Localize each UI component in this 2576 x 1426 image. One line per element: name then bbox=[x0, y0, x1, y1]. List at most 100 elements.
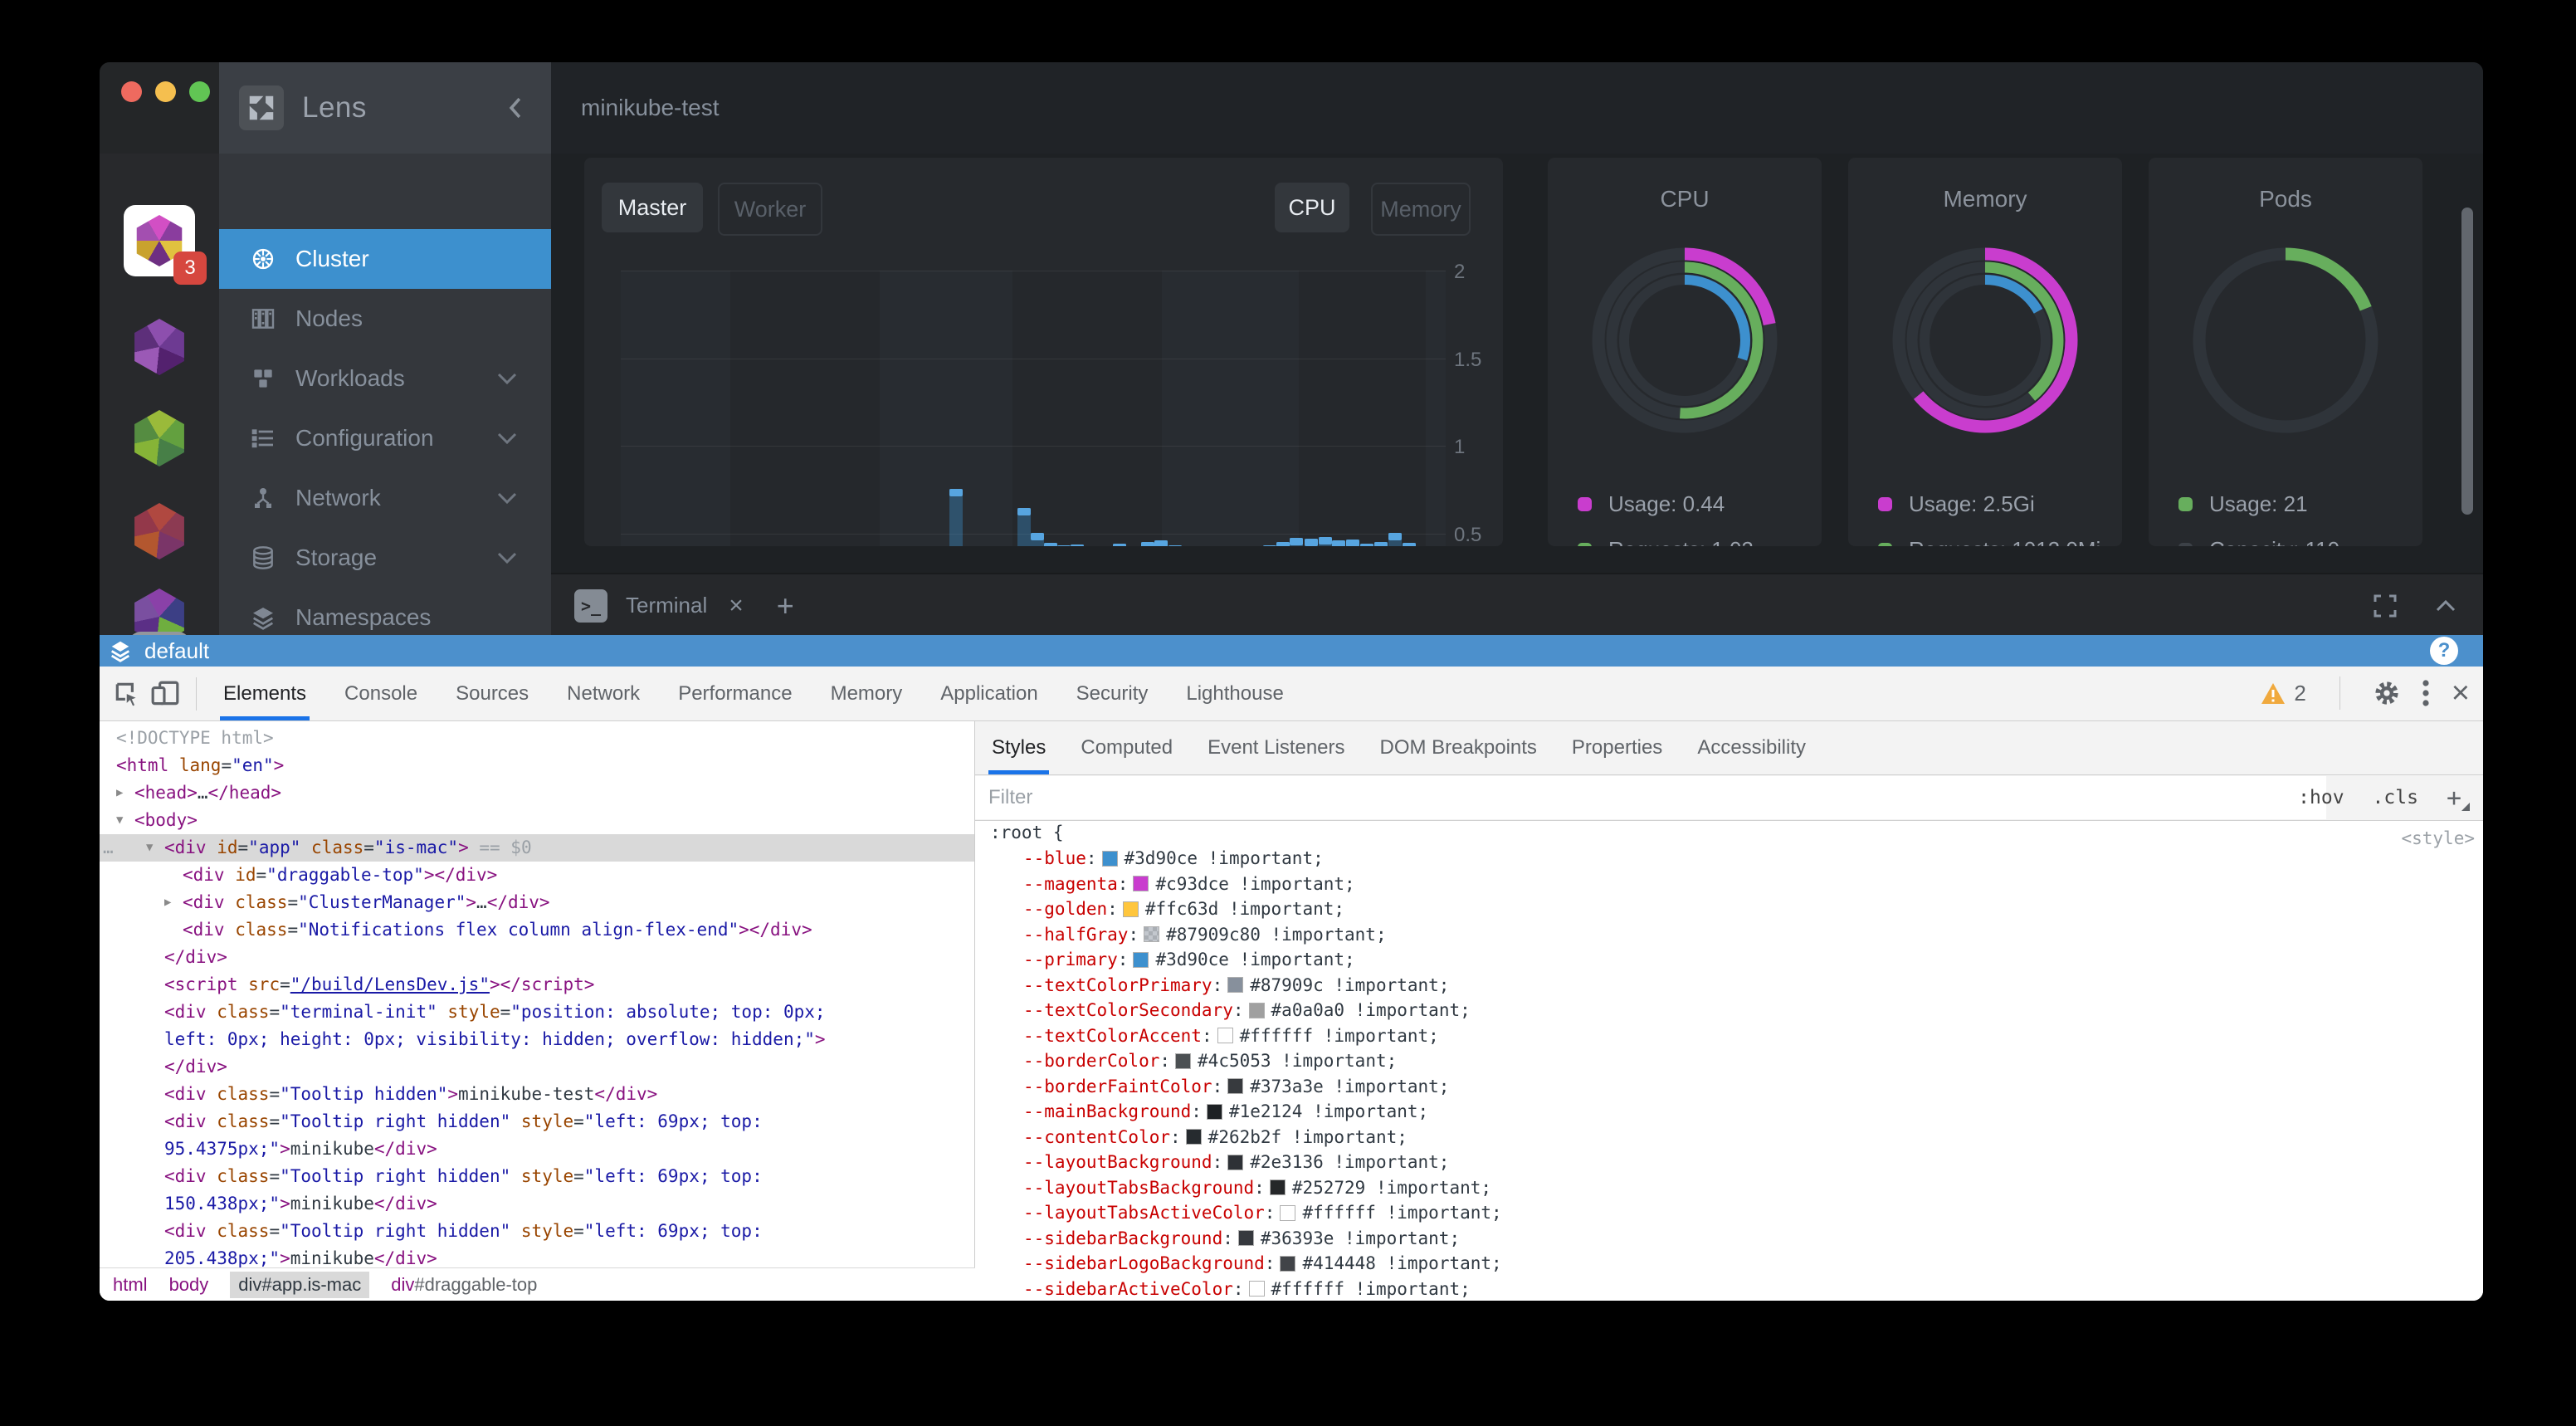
sidebar-item-configuration[interactable]: Configuration bbox=[219, 408, 551, 468]
css-variable-row[interactable]: --sidebarBackground:#36393e !important; bbox=[975, 1226, 2483, 1252]
css-variable-row[interactable]: --sidebarActiveColor:#ffffff !important; bbox=[975, 1277, 2483, 1301]
devtools-close-icon[interactable]: × bbox=[2452, 676, 2470, 711]
css-variable-row[interactable]: --primary:#3d90ce !important; bbox=[975, 947, 2483, 973]
css-variable-row[interactable]: --layoutTabsBackground:#252729 !importan… bbox=[975, 1175, 2483, 1201]
color-swatch[interactable] bbox=[1207, 1104, 1222, 1120]
dom-node-line[interactable]: <!DOCTYPE html> bbox=[100, 725, 974, 752]
styles-tab-accessibility[interactable]: Accessibility bbox=[1697, 721, 1806, 774]
css-variable-row[interactable]: --magenta:#c93dce !important; bbox=[975, 872, 2483, 897]
sidebar-item-storage[interactable]: Storage bbox=[219, 528, 551, 588]
node-master-tab[interactable]: Master bbox=[602, 183, 703, 232]
color-swatch[interactable] bbox=[1123, 901, 1139, 917]
dom-node-line[interactable]: ▼<body> bbox=[100, 807, 974, 834]
css-variable-row[interactable]: --contentColor:#262b2f !important; bbox=[975, 1125, 2483, 1150]
node-worker-tab[interactable]: Worker bbox=[718, 183, 822, 236]
expand-arrow-icon[interactable]: ▶ bbox=[164, 889, 171, 916]
color-swatch[interactable] bbox=[1144, 926, 1159, 942]
dom-node-line[interactable]: <div class="Tooltip hidden">minikube-tes… bbox=[100, 1081, 974, 1108]
css-variable-row[interactable]: --borderFaintColor:#373a3e !important; bbox=[975, 1074, 2483, 1100]
styles-tab-dom-breakpoints[interactable]: DOM Breakpoints bbox=[1380, 721, 1537, 774]
color-swatch[interactable] bbox=[1186, 1129, 1202, 1145]
chevron-down-icon[interactable] bbox=[496, 432, 518, 445]
devtools-menu-dots-icon[interactable] bbox=[2422, 679, 2430, 707]
dom-node-line[interactable]: </div> bbox=[100, 944, 974, 971]
sidebar-item-namespaces[interactable]: Namespaces bbox=[219, 588, 551, 635]
color-swatch[interactable] bbox=[1249, 1281, 1265, 1297]
devtools-tab-elements[interactable]: Elements bbox=[223, 667, 306, 720]
dom-node-line[interactable]: <div class="Tooltip right hidden" style=… bbox=[100, 1163, 974, 1190]
color-swatch[interactable] bbox=[1280, 1205, 1295, 1221]
dom-node-line[interactable]: ▶<div class="ClusterManager">…</div> bbox=[100, 889, 974, 916]
color-swatch[interactable] bbox=[1227, 977, 1243, 993]
devtools-settings-gear-icon[interactable] bbox=[2374, 680, 2400, 706]
color-swatch[interactable] bbox=[1227, 1078, 1243, 1094]
terminal-add-icon[interactable]: + bbox=[777, 588, 794, 623]
titlebar[interactable]: Lens minikube-test bbox=[100, 62, 2483, 154]
css-variable-row[interactable]: --borderColor:#4c5053 !important; bbox=[975, 1048, 2483, 1074]
metric-cpu-tab[interactable]: CPU bbox=[1275, 183, 1349, 232]
collapse-dock-chevron-icon[interactable] bbox=[2433, 597, 2458, 615]
color-swatch[interactable] bbox=[1175, 1053, 1191, 1069]
dom-node-line[interactable]: <script src="/build/LensDev.js"></script… bbox=[100, 971, 974, 999]
color-swatch[interactable] bbox=[1270, 1179, 1286, 1195]
color-swatch[interactable] bbox=[1102, 851, 1118, 867]
expand-arrow-icon[interactable]: ▼ bbox=[146, 834, 153, 862]
style-source-link[interactable]: <style> bbox=[2401, 828, 2475, 848]
devtools-tab-memory[interactable]: Memory bbox=[831, 667, 903, 720]
sidebar-item-cluster[interactable]: Cluster bbox=[219, 229, 551, 289]
sidebar-item-workloads[interactable]: Workloads bbox=[219, 349, 551, 408]
elements-tree-pane[interactable]: <!DOCTYPE html><html lang="en">▶<head>…<… bbox=[100, 721, 974, 1267]
cluster-rail-item-active-cluster[interactable]: 3 bbox=[124, 205, 195, 276]
namespace-label[interactable]: default bbox=[144, 638, 209, 664]
devtools-tab-application[interactable]: Application bbox=[940, 667, 1037, 720]
console-warnings-badge[interactable]: 2 bbox=[2261, 681, 2305, 706]
chevron-down-icon[interactable] bbox=[496, 491, 518, 505]
zoom-window-button[interactable] bbox=[189, 81, 210, 102]
dom-node-selected[interactable]: …▼<div id="app" class="is-mac"> == $0 bbox=[100, 834, 974, 862]
css-variable-row[interactable]: --textColorAccent:#ffffff !important; bbox=[975, 1023, 2483, 1049]
cluster-rail-item-cluster-3[interactable] bbox=[124, 403, 195, 474]
dom-node-line[interactable]: 95.4375px;">minikube</div> bbox=[100, 1135, 974, 1163]
color-swatch[interactable] bbox=[1133, 952, 1149, 968]
css-rules-list[interactable]: <style> :root { --blue:#3d90ce !importan… bbox=[975, 820, 2483, 1301]
dom-node-line[interactable]: <html lang="en"> bbox=[100, 752, 974, 779]
fullscreen-icon[interactable] bbox=[2372, 593, 2398, 619]
css-variable-row[interactable]: --textColorPrimary:#87909c !important; bbox=[975, 973, 2483, 999]
minimize-window-button[interactable] bbox=[155, 81, 176, 102]
css-variable-row[interactable]: --layoutTabsActiveColor:#ffffff !importa… bbox=[975, 1200, 2483, 1226]
metric-memory-tab[interactable]: Memory bbox=[1371, 183, 1471, 236]
color-swatch[interactable] bbox=[1249, 1003, 1265, 1018]
styles-tab-properties[interactable]: Properties bbox=[1572, 721, 1662, 774]
toggle-element-state-button[interactable]: :hov bbox=[2298, 787, 2344, 808]
dom-node-line[interactable]: </div> bbox=[100, 1053, 974, 1081]
css-variable-row[interactable]: --layoutBackground:#2e3136 !important; bbox=[975, 1150, 2483, 1175]
breadcrumb-item[interactable]: div#draggable-top bbox=[391, 1274, 537, 1296]
sidebar-item-network[interactable]: Network bbox=[219, 468, 551, 528]
terminal-tab-label[interactable]: Terminal bbox=[626, 593, 707, 618]
breadcrumb-item[interactable]: body bbox=[169, 1274, 209, 1296]
cluster-rail-item-cluster-2[interactable] bbox=[124, 311, 195, 383]
element-classes-button[interactable]: .cls bbox=[2373, 787, 2418, 808]
devtools-tab-performance[interactable]: Performance bbox=[678, 667, 792, 720]
inspect-element-icon[interactable] bbox=[108, 675, 146, 713]
breadcrumb-item[interactable]: div#app.is-mac bbox=[230, 1272, 369, 1298]
color-swatch[interactable] bbox=[1217, 1028, 1233, 1043]
device-toolbar-icon[interactable] bbox=[146, 675, 184, 713]
color-swatch[interactable] bbox=[1280, 1256, 1295, 1272]
terminal-close-icon[interactable]: × bbox=[729, 592, 744, 620]
dom-node-line[interactable]: left: 0px; height: 0px; visibility: hidd… bbox=[100, 1026, 974, 1053]
styles-tab-styles[interactable]: Styles bbox=[992, 721, 1046, 774]
sidebar-collapse-button[interactable] bbox=[505, 94, 526, 122]
main-scrollbar[interactable] bbox=[2461, 208, 2473, 515]
expand-arrow-icon[interactable]: ▶ bbox=[116, 779, 123, 807]
css-variable-row[interactable]: --mainBackground:#1e2124 !important; bbox=[975, 1099, 2483, 1125]
close-window-button[interactable] bbox=[121, 81, 142, 102]
dom-node-line[interactable]: ▶<head>…</head> bbox=[100, 779, 974, 807]
breadcrumb-item[interactable]: html bbox=[113, 1274, 148, 1296]
help-button[interactable]: ? bbox=[2430, 637, 2458, 665]
chevron-down-icon[interactable] bbox=[496, 372, 518, 385]
sidebar-item-nodes[interactable]: Nodes bbox=[219, 289, 551, 349]
css-variable-row[interactable]: --textColorSecondary:#a0a0a0 !important; bbox=[975, 998, 2483, 1023]
dom-node-line[interactable]: <div id="draggable-top"></div> bbox=[100, 862, 974, 889]
color-swatch[interactable] bbox=[1227, 1155, 1243, 1170]
